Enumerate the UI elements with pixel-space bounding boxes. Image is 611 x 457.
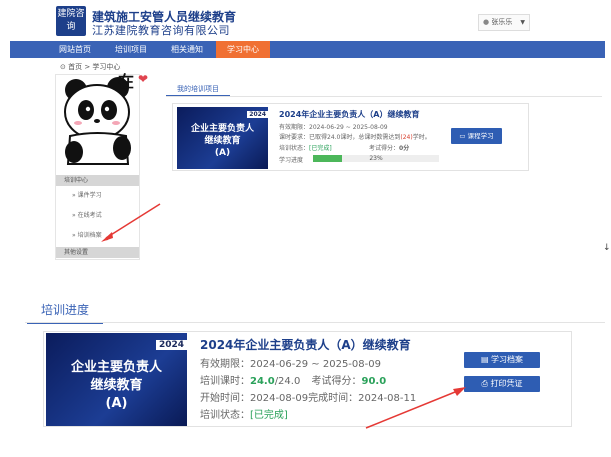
- nav-item-training[interactable]: 培训项目: [106, 41, 156, 58]
- exam-score: 90.0: [361, 376, 387, 387]
- thumbnail-line1: 企业主要负责人: [190, 124, 254, 134]
- logo-text: 建院咨询: [57, 9, 85, 32]
- print-certificate-button[interactable]: ⎙ 打印凭证: [464, 376, 540, 392]
- status-badge: [已完成]: [309, 145, 332, 152]
- main-nav: 网站首页 培训项目 相关通知 学习中心: [10, 41, 605, 58]
- status-label: 培训状态：: [279, 145, 310, 152]
- hours-req-num: (24): [400, 134, 413, 141]
- hours-req-prefix: 课时要求：已取得24.0课时，总课时数需达到: [279, 134, 401, 141]
- button-label: 学习档案: [491, 355, 524, 364]
- chevron-down-icon: ▼: [520, 19, 525, 26]
- sidebar-item-label: 在线考试: [77, 212, 102, 219]
- thumbnail-line1: 企业主要负责人: [70, 360, 162, 375]
- monitor-icon: ▭: [459, 132, 466, 140]
- hours-req-suffix: 学时。: [412, 134, 431, 141]
- user-menu[interactable]: ● 张乐乐 ▼: [478, 14, 530, 31]
- exam-label: 考试得分：: [369, 145, 400, 152]
- thumbnail-line2: 继续教育: [204, 136, 241, 146]
- thumbnail-line2: 继续教育: [90, 378, 143, 393]
- tab-training-progress[interactable]: 培训进度: [27, 300, 103, 324]
- training-card: 2024 企业主要负责人 继续教育 (A) 2024年企业主要负责人（A）继续教…: [172, 103, 529, 171]
- course-thumbnail[interactable]: 2024 企业主要负责人 继续教育 (A): [177, 107, 268, 169]
- tab-divider: [166, 96, 602, 97]
- exam-label: 考试得分：: [311, 376, 362, 387]
- sidebar-item-label: 培训档案: [77, 232, 102, 239]
- status-label: 培训状态：: [200, 410, 250, 421]
- time-line: 开始时间：2024-08-09完成时间：2024-08-11: [200, 393, 417, 404]
- document-icon: ▤: [480, 355, 489, 364]
- validity-text: 有效期限：2024-06-29 ~ 2025-08-09: [279, 124, 388, 131]
- site-logo[interactable]: 建院咨询: [56, 6, 86, 36]
- nav-item-learning-center[interactable]: 学习中心: [216, 41, 270, 58]
- hours-done: 24.0: [250, 376, 275, 387]
- button-label: 打印凭证: [490, 379, 523, 388]
- sidebar-section-training: 培训中心: [56, 175, 139, 186]
- printer-icon: ⎙: [481, 379, 488, 388]
- hours-total: /24.0: [274, 376, 301, 387]
- progress-card: 2024 企业主要负责人 继续教育 (A) 2024年企业主要负责人（A）继续教…: [43, 331, 572, 427]
- thumbnail-line3: (A): [105, 396, 128, 411]
- thumbnail-line3: (A): [214, 148, 231, 158]
- user-icon: ●: [483, 18, 490, 26]
- validity-text: 有效期限：2024-06-29 ~ 2025-08-09: [200, 359, 381, 370]
- nav-item-notices[interactable]: 相关通知: [162, 41, 212, 58]
- status-line: 培训状态：[已完成]: [200, 406, 288, 421]
- course-title[interactable]: 2024年企业主要负责人（A）继续教育: [279, 109, 419, 120]
- user-name: 张乐乐: [491, 18, 513, 26]
- course-title[interactable]: 2024年企业主要负责人（A）继续教育: [200, 336, 411, 353]
- tab-divider: [25, 322, 605, 323]
- hours-label: 培训课时：: [200, 376, 250, 387]
- exam-score: 0分: [399, 145, 410, 152]
- nav-item-home[interactable]: 网站首页: [50, 41, 100, 58]
- sidebar-item-exam[interactable]: » 在线考试: [72, 210, 102, 219]
- heart-icon: ❤: [138, 72, 149, 86]
- sidebar-section-other: 其他设置: [56, 247, 139, 258]
- course-study-button[interactable]: ▭ 课程学习: [451, 128, 502, 144]
- sticker-text: 在: [118, 72, 135, 91]
- hours-line: 培训课时：24.0/24.0 考试得分：90.0: [200, 372, 386, 387]
- sidebar-item-archive[interactable]: » 培训档案: [72, 230, 102, 239]
- sidebar-item-courseware[interactable]: » 课件学习: [72, 190, 102, 199]
- tab-my-training[interactable]: 我的培训项目: [166, 83, 230, 97]
- exam-score-line: 考试得分：0分: [369, 143, 409, 152]
- progress-bar: 23%: [313, 155, 439, 162]
- thumbnail-year: 2024: [247, 111, 268, 118]
- progress-percent: 23%: [369, 155, 383, 162]
- course-thumbnail[interactable]: 2024 企业主要负责人 继续教育 (A): [46, 333, 187, 426]
- progress-label: 学习进度: [279, 157, 304, 164]
- site-subtitle: 江苏建院教育咨询有限公司: [92, 24, 230, 37]
- down-arrow-icon: ↓: [603, 243, 611, 253]
- status-badge: [已完成]: [250, 410, 288, 421]
- sidebar-item-label: 课件学习: [77, 192, 102, 199]
- thumbnail-year: 2024: [155, 340, 187, 350]
- status-line: 培训状态：[已完成]: [279, 143, 332, 152]
- hours-requirement: 课时要求：已取得24.0课时，总课时数需达到(24)学时。: [279, 132, 431, 141]
- button-label: 课程学习: [467, 132, 494, 140]
- study-archive-button[interactable]: ▤ 学习档案: [464, 352, 540, 368]
